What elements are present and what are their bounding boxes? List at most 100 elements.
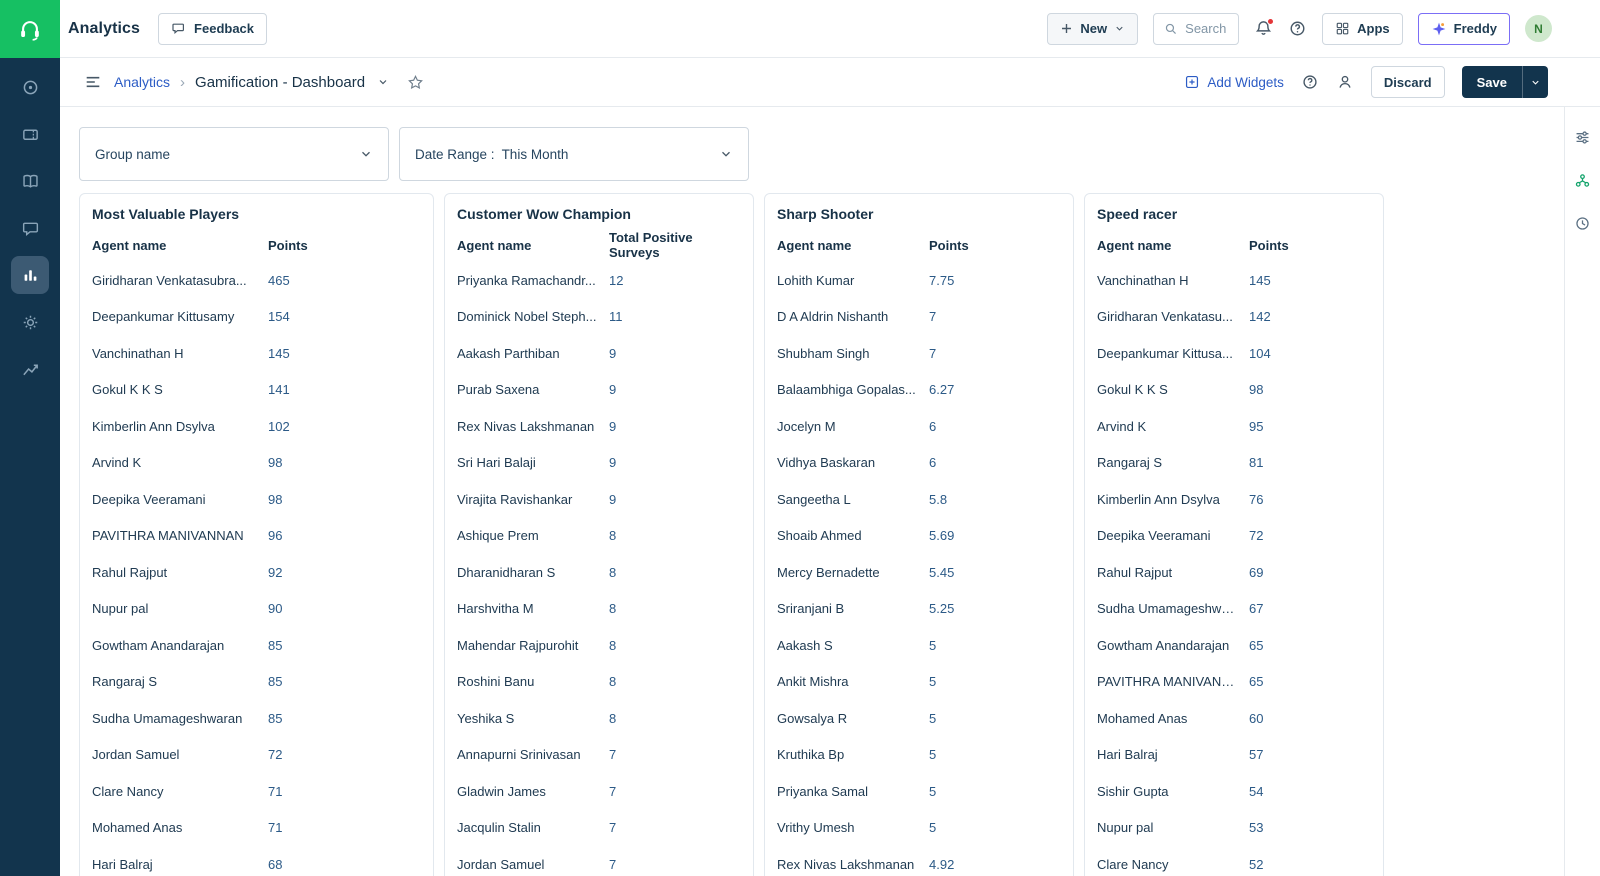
freddy-button[interactable]: Freddy — [1417, 12, 1510, 45]
feedback-button[interactable]: Feedback — [158, 12, 268, 45]
agent-name-cell: Mohamed Anas — [92, 820, 183, 836]
freshworks-logo[interactable] — [0, 0, 60, 58]
breadcrumb-analytics-link[interactable]: Analytics — [114, 74, 170, 90]
table-row: Rahul Rajput 69 — [1096, 554, 1371, 591]
agent-name-cell: Kimberlin Ann Dsylva — [1097, 491, 1220, 507]
agent-name-cell: Mercy Bernadette — [777, 564, 880, 580]
history-button[interactable] — [1574, 215, 1591, 232]
table-row: Purab Saxena 9 — [456, 372, 741, 409]
table-row: Vidhya Baskaran 6 — [776, 445, 1061, 482]
save-options-caret[interactable] — [1522, 66, 1548, 98]
table-row: Shoaib Ahmed 5.69 — [776, 518, 1061, 555]
metric-value-cell: 85 — [268, 674, 283, 690]
agent-name-cell: D A Aldrin Nishanth — [777, 309, 889, 325]
metric-value-cell: 5 — [929, 783, 937, 799]
dashboard-switcher-caret[interactable] — [377, 76, 389, 88]
agent-name-cell: Virajita Ravishankar — [457, 491, 573, 507]
agent-name-cell: Gokul K K S — [1097, 382, 1168, 398]
metric-value-cell: 8 — [609, 528, 617, 544]
table-row: Jordan Samuel 7 — [456, 846, 741, 876]
metric-value-cell: 95 — [1249, 418, 1264, 434]
question-circle-icon — [1288, 19, 1307, 38]
sidebar-item-settings[interactable] — [11, 303, 49, 341]
agent-name-cell: Clare Nancy — [1097, 856, 1169, 872]
table-row: Ankit Mishra 5 — [776, 664, 1061, 701]
metric-value-cell: 12 — [609, 272, 624, 288]
metric-value-cell: 71 — [268, 783, 283, 799]
notifications-button[interactable] — [1254, 18, 1275, 38]
dashboard-list-button[interactable] — [84, 73, 102, 91]
agent-name-cell: Priyanka Samal — [777, 783, 869, 799]
breadcrumb-current-dashboard: Gamification - Dashboard — [195, 73, 366, 91]
agent-name-cell: Shoaib Ahmed — [777, 528, 862, 544]
metric-value-cell: 7 — [929, 309, 937, 325]
metric-value-cell: 5 — [929, 747, 937, 763]
workflow-icon — [1574, 172, 1591, 189]
metric-value-cell: 52 — [1249, 856, 1264, 872]
agent-name-cell: Hari Balraj — [1097, 747, 1158, 763]
agent-name-cell: Arvind K — [92, 455, 142, 471]
sidebar-item-home[interactable] — [11, 68, 49, 106]
agent-name-cell: Gowtham Anandarajan — [1097, 637, 1230, 653]
apps-button[interactable]: Apps — [1322, 12, 1403, 45]
table-row: Jordan Samuel 72 — [91, 737, 421, 774]
metric-value-cell: 5.8 — [929, 491, 948, 507]
share-access-button[interactable] — [1336, 73, 1354, 91]
column-header-agent-name: Agent name — [1097, 237, 1172, 253]
chevron-down-icon — [377, 76, 389, 88]
sidebar-item-solutions[interactable] — [11, 162, 49, 200]
metric-value-cell: 90 — [268, 601, 283, 617]
metric-value-cell: 7 — [609, 783, 617, 799]
ring-icon — [21, 78, 40, 97]
book-icon — [21, 172, 40, 191]
table-row: Rex Nivas Lakshmanan 9 — [456, 408, 741, 445]
table-row: Deepika Veeramani 72 — [1096, 518, 1371, 555]
user-avatar[interactable]: N — [1525, 15, 1552, 42]
table-row: Kimberlin Ann Dsylva 76 — [1096, 481, 1371, 518]
search-input[interactable]: Search — [1153, 12, 1240, 45]
save-split-button: Save — [1461, 66, 1548, 98]
date-range-value: This Month — [501, 146, 569, 162]
table-row: Giridharan Venkatasubra... 465 — [91, 262, 421, 299]
metric-value-cell: 98 — [268, 455, 283, 471]
help-button[interactable] — [1288, 19, 1307, 38]
agent-name-cell: Mohamed Anas — [1097, 710, 1188, 726]
agent-name-cell: Jordan Samuel — [457, 856, 545, 872]
favorite-star-button[interactable] — [407, 74, 424, 91]
table-row: Kruthika Bp 5 — [776, 737, 1061, 774]
agent-name-cell: Rahul Rajput — [92, 564, 168, 580]
insights-button[interactable] — [1574, 172, 1591, 189]
sidebar-item-dashboards[interactable] — [11, 256, 49, 294]
metric-value-cell: 9 — [609, 345, 617, 361]
discard-button[interactable]: Discard — [1370, 66, 1445, 98]
table-row: Kimberlin Ann Dsylva 102 — [91, 408, 421, 445]
table-row: Clare Nancy 71 — [91, 773, 421, 810]
metric-value-cell: 71 — [268, 820, 283, 836]
sidebar-item-conversations[interactable] — [11, 209, 49, 247]
table-row: Yeshika S 8 — [456, 700, 741, 737]
customize-filters-button[interactable] — [1574, 129, 1591, 146]
metric-value-cell: 72 — [1249, 528, 1264, 544]
dashboard-help-button[interactable] — [1301, 73, 1319, 91]
list-icon — [84, 73, 102, 91]
agent-name-cell: Aakash S — [777, 637, 833, 653]
metric-value-cell: 5 — [929, 637, 937, 653]
sidebar-item-tickets[interactable] — [11, 115, 49, 153]
column-header-metric: Total Positive Surveys — [609, 230, 693, 260]
sidebar-item-analytics[interactable] — [11, 350, 49, 388]
agent-name-cell: Deepankumar Kittusa... — [1097, 345, 1233, 361]
table-row: Deepankumar Kittusa... 104 — [1096, 335, 1371, 372]
add-widgets-button[interactable]: Add Widgets — [1184, 74, 1284, 90]
widget-title: Speed racer — [1097, 206, 1178, 222]
metric-value-cell: 96 — [268, 528, 283, 544]
table-row: Virajita Ravishankar 9 — [456, 481, 741, 518]
metric-value-cell: 9 — [609, 418, 617, 434]
date-range-filter-dropdown[interactable]: Date Range : This Month — [399, 127, 749, 181]
group-filter-dropdown[interactable]: Group name — [79, 127, 389, 181]
table-row: Vanchinathan H 145 — [1096, 262, 1371, 299]
agent-name-cell: Vidhya Baskaran — [777, 455, 876, 471]
new-button[interactable]: New — [1047, 12, 1139, 45]
widget-card: Speed racer Agent name Points Vanchinath… — [1084, 193, 1384, 876]
save-button[interactable]: Save — [1461, 66, 1522, 98]
agent-name-cell: Mahendar Rajpurohit — [457, 637, 579, 653]
